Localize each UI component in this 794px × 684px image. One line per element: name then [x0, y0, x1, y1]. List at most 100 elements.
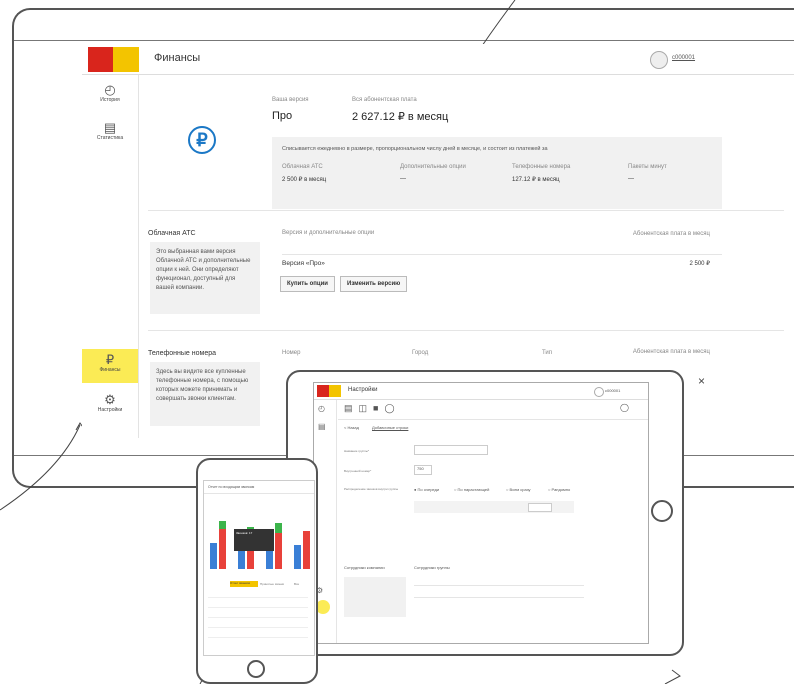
tablet-title: Настройки [348, 387, 378, 393]
back-link[interactable]: < Назад [344, 425, 359, 430]
breakdown-value: 127.12 ₽ в месяц [512, 177, 560, 183]
version-label: Ваша версия [272, 97, 309, 103]
divider [338, 419, 648, 420]
user-account-link[interactable]: с000001 [672, 55, 695, 61]
radio-option[interactable]: ● По очереди [414, 487, 439, 492]
breakdown-value: — [400, 176, 406, 182]
chart-bar-green [219, 521, 226, 529]
chart-bar-blue [294, 545, 301, 569]
sidebar-item-label: Настройки [97, 407, 123, 413]
avatar[interactable] [650, 51, 668, 69]
table-row [208, 597, 308, 598]
sidebar-item-label: Финансы [99, 367, 121, 373]
breakdown-value: — [628, 176, 634, 182]
ruble-icon: ₽ [188, 126, 216, 154]
close-icon[interactable]: × [698, 374, 705, 388]
table-row [208, 607, 308, 608]
tablet-toolbar-right-icon[interactable]: ◯ [620, 403, 629, 412]
ats-table-header-fee: Абонентская плата в месяц [632, 231, 710, 237]
ruble-icon[interactable] [316, 600, 330, 614]
seconds-select[interactable] [528, 503, 552, 512]
change-version-button[interactable]: Изменить версию [340, 276, 408, 292]
user-account-link[interactable]: с000001 [605, 388, 620, 393]
breakdown-label: Дополнительные опции [400, 164, 466, 170]
list-item[interactable] [414, 589, 584, 598]
ats-row-name: Версия «Про» [282, 260, 325, 267]
tab-accepted[interactable]: Принятые звонки [260, 582, 284, 586]
sidebar-item-label: История [100, 97, 120, 103]
phone-table [204, 591, 314, 651]
table-row [208, 617, 308, 618]
field-label: Распределение звонков внутри группы [344, 487, 399, 491]
sidebar-item-settings[interactable]: ⚙ Настройки [82, 392, 138, 414]
buy-options-button[interactable]: Купить опции [280, 276, 335, 292]
col-type: Тип [542, 350, 553, 356]
divider [148, 210, 784, 211]
radio-label: По нарастающей [457, 487, 490, 492]
table-row [208, 637, 308, 638]
tab-active[interactable]: Добавочные строки [372, 425, 408, 430]
radio-option[interactable]: ○ Всем сразу [506, 487, 530, 492]
clock-icon[interactable]: ◴ [318, 404, 325, 413]
tab-all[interactable]: Все [294, 582, 299, 586]
tablet-toolbar-icons[interactable]: ▤◫■◯ [344, 403, 401, 414]
ruble-icon: ₽ [105, 352, 115, 367]
employees-list[interactable] [344, 577, 406, 617]
field-label: Внутренний номер* [344, 469, 372, 473]
ats-heading: Облачная АТС [148, 230, 196, 237]
chart-icon[interactable]: ▤ [318, 422, 326, 431]
brand-logo[interactable] [88, 47, 113, 72]
radio-label: По очереди [417, 487, 440, 492]
fee-value: 2 627.12 ₽ в месяц [352, 111, 449, 123]
radio-label: Всем сразу [509, 487, 531, 492]
sidebar-item-finance[interactable]: ₽ Финансы [82, 349, 138, 383]
list-item[interactable] [414, 577, 584, 586]
phones-heading: Телефонные номера [148, 350, 217, 357]
divider [204, 493, 314, 494]
radio-option[interactable]: ○ По нарастающей [454, 487, 489, 492]
sidebar: ◴ История ▤ Статистика ₽ Финансы ⚙ Настр… [82, 75, 139, 438]
tab-report[interactable]: Отчет звонков [230, 581, 258, 587]
chart-bar-red [303, 531, 310, 569]
sidebar-item-label: Статистика [96, 135, 124, 141]
tablet-settings-screen: Настройки с000001 ◴ ▤ ⚙ ▤◫■◯ ◯ < Назад Д… [313, 382, 649, 644]
tablet-home-button [651, 500, 673, 522]
table-row [208, 627, 308, 628]
ats-table-header: Версия и дополнительные опции [282, 230, 375, 236]
chart-bar-green [275, 523, 282, 533]
page-title: Финансы [154, 52, 201, 64]
employees-right-heading: Сотрудники группы [414, 565, 450, 570]
col-city: Город [412, 350, 429, 356]
phone-home-button [247, 660, 265, 678]
fee-note: Списывается ежедневно в размере, пропорц… [282, 146, 548, 152]
fee-label: Вся абонентская плата [352, 97, 417, 103]
clock-icon: ◴ [104, 82, 116, 97]
brand-logo-yellow [113, 47, 139, 72]
sidebar-item-history[interactable]: ◴ История [82, 82, 138, 104]
phones-description: Здесь вы видите все купленные телефонные… [150, 362, 260, 426]
breakdown-label: Облачная АТС [282, 164, 323, 170]
phone-report-screen: Отчет по входящим звонкам Звонков: 17 От… [203, 480, 315, 656]
internal-number-input[interactable]: 750 [414, 465, 432, 475]
chart-bar-blue [210, 543, 217, 569]
field-label: Название группы* [344, 449, 370, 453]
chart-tooltip: Звонков: 17 [234, 529, 274, 551]
gear-icon: ⚙ [104, 392, 116, 407]
version-value: Про [272, 110, 293, 122]
brand-logo-yellow [329, 385, 341, 397]
app-header: Финансы с000001 [82, 44, 794, 75]
col-fee: Абонентская плата в месяц [632, 349, 710, 355]
ats-description: Это выбранная вами версия Облачной АТС и… [150, 242, 260, 314]
radio-option[interactable]: ○ Рандомно [548, 487, 570, 492]
sidebar-item-statistics[interactable]: ▤ Статистика [82, 120, 138, 142]
brand-logo[interactable] [317, 385, 329, 397]
radio-label: Рандомно [551, 487, 571, 492]
group-name-input[interactable] [414, 445, 488, 455]
ats-row-fee: 2 500 ₽ [689, 261, 711, 267]
avatar[interactable] [594, 387, 604, 397]
breakdown-label: Телефонные номера [512, 164, 571, 170]
breakdown-value: 2 500 ₽ в месяц [282, 177, 327, 183]
chart-icon: ▤ [103, 120, 117, 135]
chart-bar-red [275, 533, 282, 569]
divider [148, 330, 784, 331]
